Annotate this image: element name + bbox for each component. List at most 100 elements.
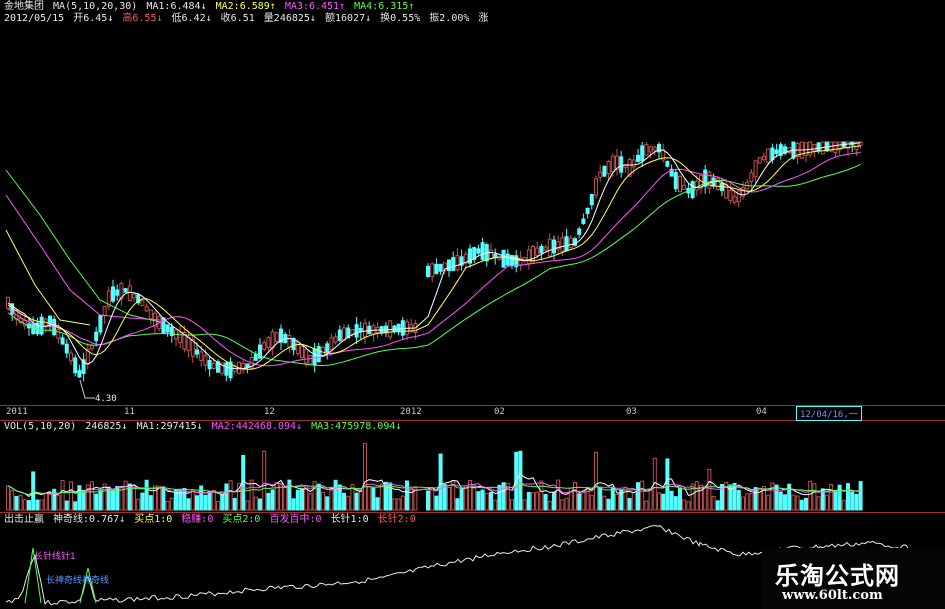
volume-bar	[279, 484, 283, 511]
volume-bar	[266, 492, 271, 511]
volume-bars[interactable]	[0, 420, 945, 512]
volume-bar	[741, 496, 745, 511]
volume-bar	[480, 489, 485, 511]
candle-body	[577, 228, 582, 235]
volume-bar	[81, 490, 86, 511]
volume-bar	[232, 497, 237, 511]
candle-body	[140, 300, 145, 307]
volume-bar	[799, 499, 804, 511]
candle-body	[531, 245, 535, 263]
volume-bar	[22, 499, 27, 511]
volume-bar	[602, 495, 607, 511]
candle-body	[480, 242, 485, 260]
candle-body	[73, 357, 78, 374]
candle-body	[90, 344, 94, 350]
volume-bar	[627, 498, 632, 511]
candle-body	[606, 160, 611, 175]
low-marker-leader	[79, 379, 95, 399]
candle-body	[694, 180, 699, 191]
volume-bar	[846, 483, 850, 511]
volume-bar	[694, 481, 699, 511]
volume-bar	[48, 492, 52, 511]
candle-body	[636, 154, 640, 162]
volume-bar	[39, 499, 44, 511]
volume-bar	[148, 495, 153, 511]
candle-body	[749, 172, 754, 183]
volume-bar	[560, 499, 565, 511]
candle-body	[342, 327, 346, 341]
volume-bar	[367, 486, 372, 511]
candle-body	[619, 156, 624, 173]
indicator-label-a: 长针线针1	[34, 552, 76, 562]
volume-bar	[308, 493, 313, 511]
volume-bar	[749, 493, 754, 511]
volume-bar	[157, 485, 162, 511]
volume-bar	[556, 479, 561, 511]
volume-bar	[262, 450, 267, 511]
volume-bar	[825, 494, 829, 511]
volume-bar	[6, 485, 10, 511]
volume-bar	[111, 490, 115, 511]
volume-bar	[342, 492, 346, 511]
candlestick-chart[interactable]	[0, 0, 945, 405]
volume-bar	[132, 485, 136, 511]
volume-bar	[98, 490, 103, 511]
volume-bar	[295, 489, 300, 511]
volume-bar	[661, 493, 666, 511]
volume-bar	[300, 488, 304, 511]
volume-bar	[245, 500, 250, 511]
volume-bar	[699, 484, 703, 511]
candle-body	[350, 329, 355, 335]
volume-bar	[648, 488, 653, 511]
candle-body	[253, 353, 258, 361]
volume-bar	[816, 496, 821, 511]
volume-bar	[430, 489, 435, 511]
volume-bar	[73, 501, 78, 511]
volume-bar	[182, 487, 187, 511]
candle-body	[266, 337, 271, 349]
indicator-label-b: 长神奇线神奇线	[46, 576, 110, 586]
candle-body	[678, 175, 682, 193]
volume-bar	[690, 483, 695, 511]
volume-bar	[165, 500, 170, 511]
candle-body	[631, 159, 636, 168]
candle-body	[774, 149, 779, 155]
candle-body	[665, 160, 670, 167]
volume-bar	[552, 491, 556, 511]
candle-body	[476, 248, 481, 254]
candle-body	[770, 147, 775, 161]
volume-bar	[27, 500, 31, 511]
volume-bar	[673, 496, 678, 511]
candle-body	[295, 341, 300, 355]
axis-tick-02: 02	[494, 407, 505, 417]
volume-bar	[18, 494, 23, 511]
volume-bar	[707, 468, 712, 511]
candle-body	[400, 320, 405, 336]
candle-body	[287, 334, 292, 348]
candle-body	[354, 324, 359, 338]
volume-bar	[472, 484, 477, 511]
price-pane[interactable]: 金地集团 MA(5,10,20,30) MA1:6.484↓ MA2:6.589…	[0, 0, 945, 405]
volume-pane[interactable]: VOL(5,10,20) 246825↓ MA1:297415↓ MA2:442…	[0, 420, 945, 513]
volume-bar	[77, 485, 82, 511]
candle-body	[148, 309, 153, 320]
volume-bar	[69, 481, 73, 511]
volume-bar	[791, 494, 796, 511]
volume-bar	[392, 498, 397, 511]
volume-bar	[531, 492, 535, 511]
volume-bar	[526, 491, 531, 511]
volume-bar	[589, 494, 594, 511]
volume-bar	[371, 487, 376, 511]
volume-bar	[858, 481, 863, 511]
volume-bar	[770, 482, 775, 511]
candle-body	[652, 146, 657, 151]
volume-bar	[56, 495, 61, 511]
candle-body	[224, 362, 229, 376]
volume-bar	[636, 482, 640, 511]
volume-bar	[778, 491, 783, 511]
candle-body	[766, 148, 771, 164]
volume-bar	[736, 490, 741, 511]
candle-body	[77, 370, 82, 378]
candle-body	[539, 245, 544, 254]
volume-bar	[405, 480, 409, 511]
